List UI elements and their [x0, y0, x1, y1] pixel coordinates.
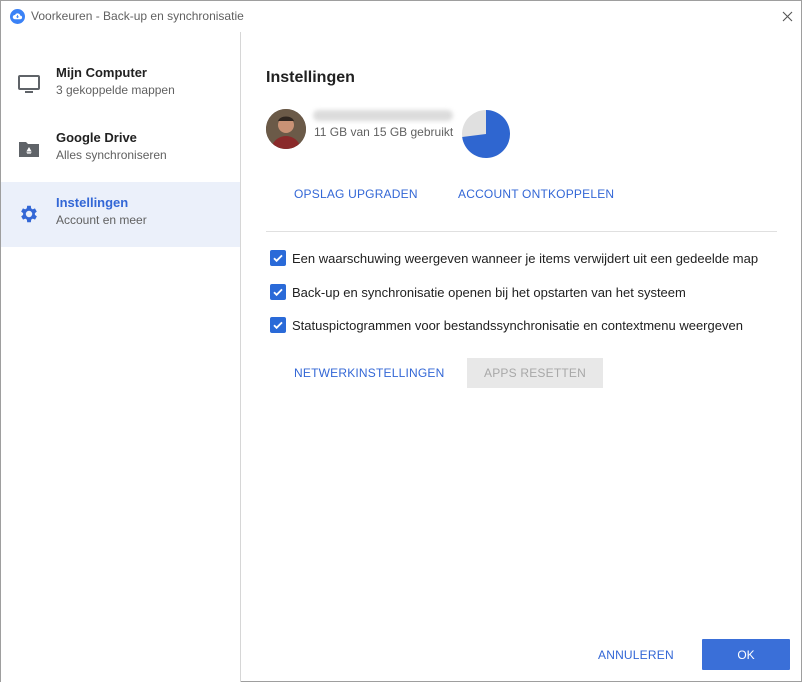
option-label: Statuspictogrammen voor bestandssynchron…	[292, 317, 743, 333]
checkbox-checked[interactable]	[270, 317, 286, 333]
divider	[266, 231, 777, 232]
page-title: Instellingen	[266, 69, 355, 86]
gear-icon	[17, 202, 41, 226]
backup-sync-cloud-icon	[10, 9, 25, 24]
ok-button[interactable]: OK	[702, 639, 790, 670]
option-delete-warning[interactable]: Een waarschuwing weergeven wanneer je it…	[270, 249, 758, 267]
drive-folder-icon	[17, 137, 41, 161]
preferences-window: Voorkeuren - Back-up en synchronisatie M…	[0, 0, 802, 682]
sidebar: Mijn Computer 3 gekoppelde mappen Google…	[1, 32, 241, 682]
checkbox-checked[interactable]	[270, 284, 286, 300]
checkmark-icon	[273, 254, 283, 263]
option-label: Back-up en synchronisatie openen bij het…	[292, 284, 686, 300]
close-icon	[782, 11, 792, 21]
storage-pie-chart	[462, 110, 510, 158]
sidebar-item-my-computer[interactable]: Mijn Computer 3 gekoppelde mappen	[1, 52, 240, 117]
checkmark-icon	[273, 321, 283, 330]
network-settings-button[interactable]: NETWERKINSTELLINGEN	[294, 366, 445, 380]
disconnect-account-button[interactable]: ACCOUNT ONTKOPPELEN	[458, 187, 614, 201]
account-email-blurred	[313, 110, 453, 121]
option-label: Een waarschuwing weergeven wanneer je it…	[292, 250, 759, 266]
storage-usage-text: 11 GB van 15 GB gebruikt	[314, 125, 454, 139]
cancel-button[interactable]: ANNULEREN	[598, 648, 674, 662]
option-open-on-startup[interactable]: Back-up en synchronisatie openen bij het…	[270, 283, 686, 301]
window-title: Voorkeuren - Back-up en synchronisatie	[31, 9, 244, 23]
title-bar: Voorkeuren - Back-up en synchronisatie	[1, 1, 801, 32]
sidebar-item-title: Google Drive	[56, 130, 137, 145]
sidebar-item-subtitle: Alles synchroniseren	[56, 148, 167, 162]
settings-panel: Instellingen 11 GB van 15 GB gebruikt OP…	[242, 32, 801, 682]
sidebar-item-google-drive[interactable]: Google Drive Alles synchroniseren	[1, 117, 240, 182]
reset-apps-button: APPS RESETTEN	[467, 358, 603, 388]
option-status-icons[interactable]: Statuspictogrammen voor bestandssynchron…	[270, 316, 743, 334]
sidebar-item-subtitle: 3 gekoppelde mappen	[56, 83, 175, 97]
avatar	[266, 109, 306, 149]
monitor-icon	[17, 72, 41, 96]
upgrade-storage-button[interactable]: OPSLAG UPGRADEN	[294, 187, 418, 201]
close-button[interactable]	[777, 6, 797, 26]
sidebar-item-title: Mijn Computer	[56, 65, 147, 80]
checkbox-checked[interactable]	[270, 250, 286, 266]
sidebar-item-title: Instellingen	[56, 195, 129, 210]
checkmark-icon	[273, 288, 283, 297]
sidebar-item-subtitle: Account en meer	[56, 213, 147, 227]
sidebar-item-settings[interactable]: Instellingen Account en meer	[1, 182, 240, 247]
